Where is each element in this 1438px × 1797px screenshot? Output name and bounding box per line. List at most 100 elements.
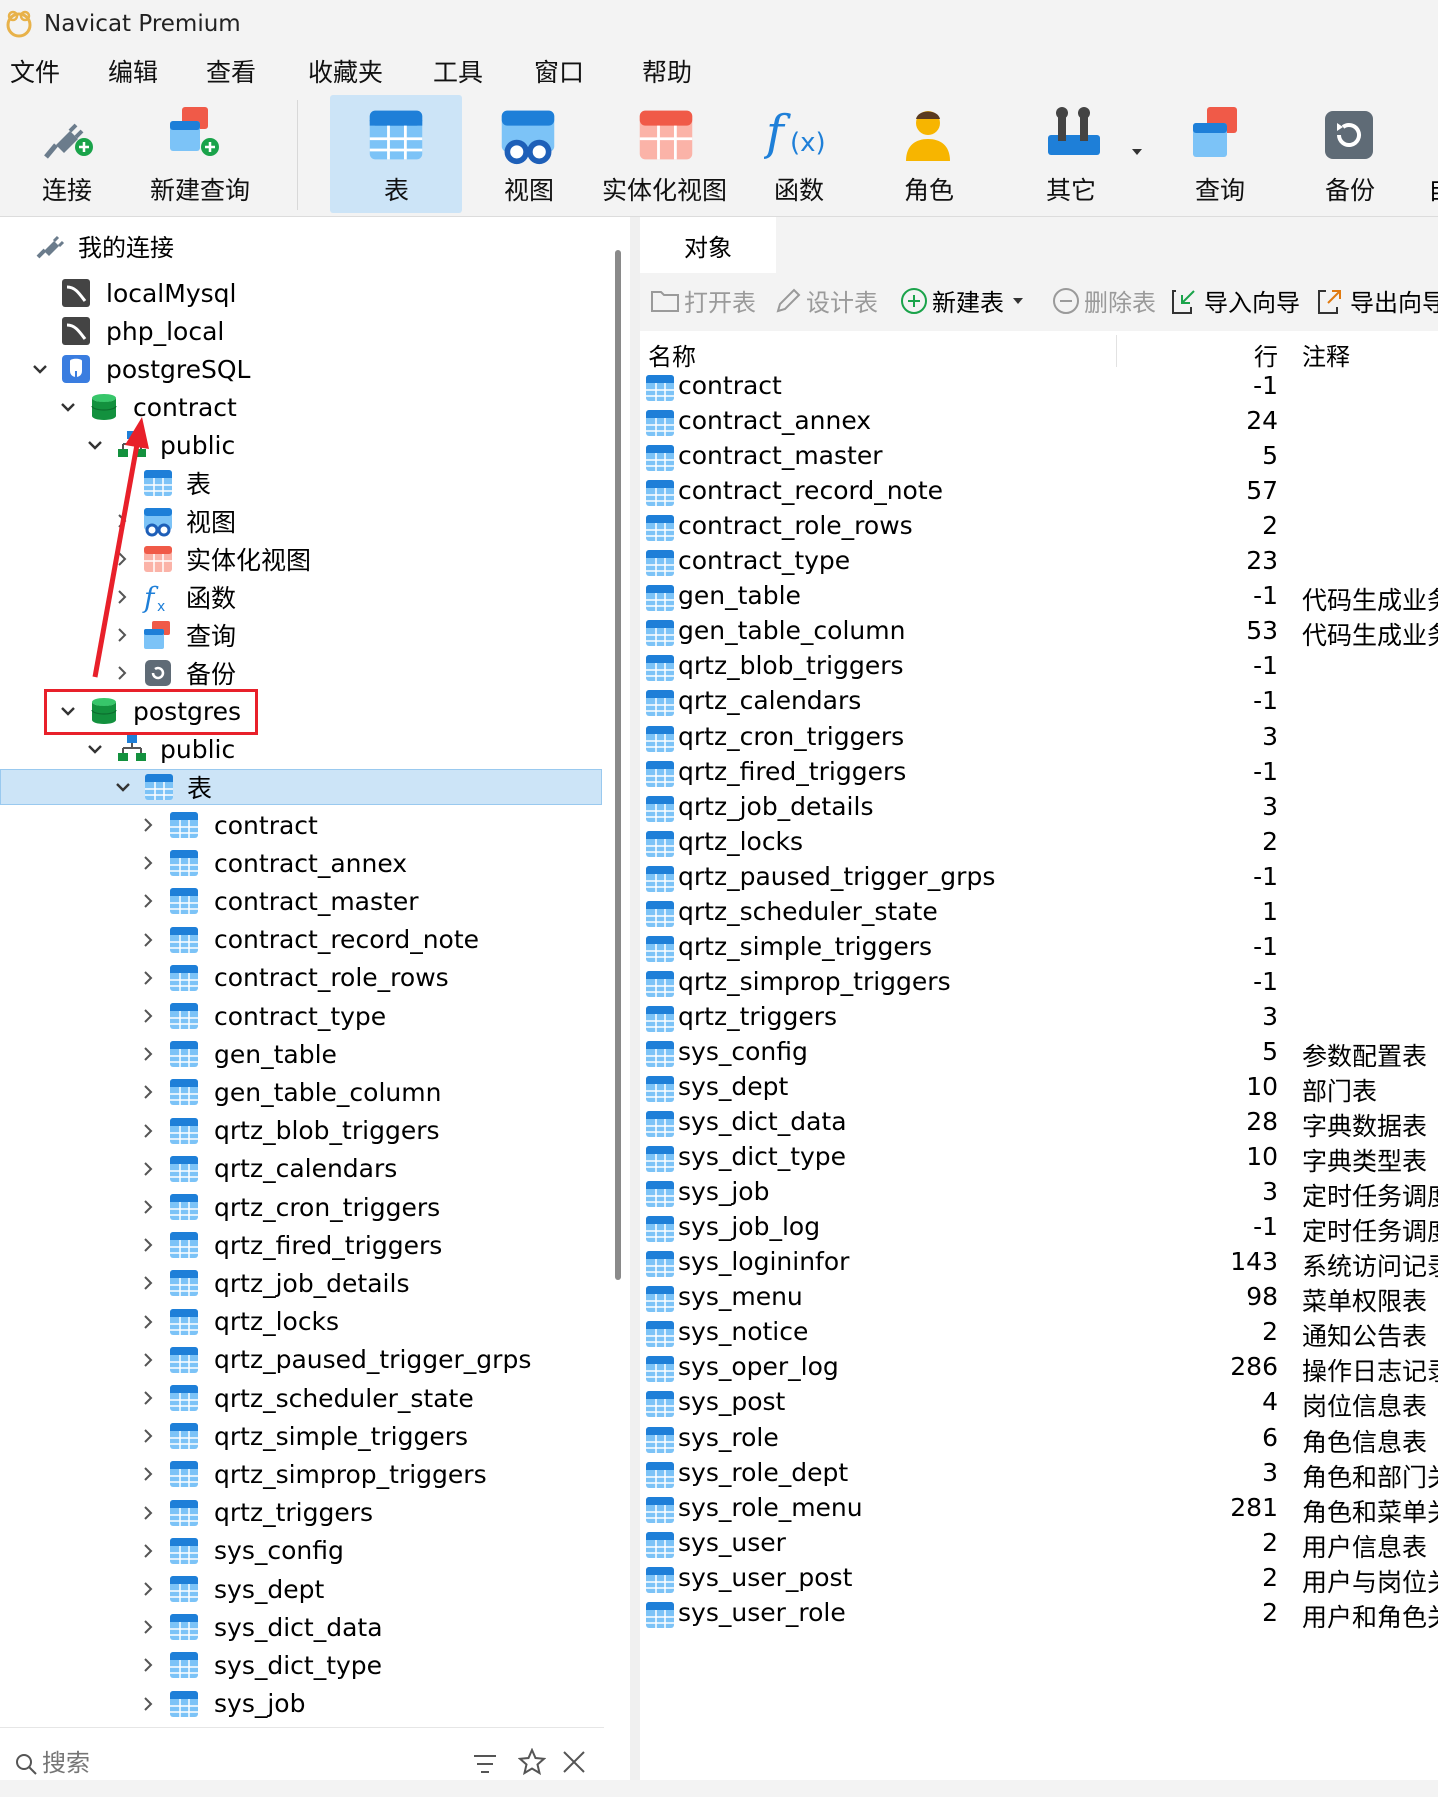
menu-file[interactable]: 文件 [10, 53, 60, 89]
materialized-view-button[interactable]: 实体化视图 [600, 95, 730, 213]
menu-help[interactable]: 帮助 [642, 53, 692, 89]
object-row[interactable]: qrtz_locks 2 [640, 827, 1438, 862]
menu-view[interactable]: 查看 [206, 53, 256, 89]
object-row[interactable]: sys_dept 10 部门表 [640, 1072, 1438, 1107]
object-row[interactable]: qrtz_scheduler_state 1 [640, 897, 1438, 932]
menu-window[interactable]: 窗口 [534, 53, 584, 89]
object-row[interactable]: sys_user_role 2 用户和角色关 [640, 1598, 1438, 1633]
tree-table-item[interactable]: sys_job [0, 1686, 604, 1722]
filter-icon[interactable] [472, 1752, 498, 1776]
tree-table-item[interactable]: qrtz_cron_triggers [0, 1189, 604, 1225]
design-table-button[interactable]: 设计表 [774, 283, 878, 318]
object-row[interactable]: sys_logininfor 143 系统访问记录 [640, 1247, 1438, 1282]
view-button[interactable]: 视图 [488, 95, 568, 213]
tree-table-item[interactable]: sys_dict_type [0, 1647, 604, 1683]
chevron-right-icon[interactable] [138, 1121, 158, 1141]
menu-edit[interactable]: 编辑 [108, 53, 158, 89]
menu-favorites[interactable]: 收藏夹 [308, 53, 383, 89]
chevron-right-icon[interactable] [138, 930, 158, 950]
tree-table-item[interactable]: qrtz_job_details [0, 1265, 604, 1301]
tree-table-item[interactable]: qrtz_simprop_triggers [0, 1456, 604, 1492]
tree-table-item[interactable]: contract_role_rows [0, 960, 604, 996]
tree-table-item[interactable]: qrtz_simple_triggers [0, 1418, 604, 1454]
new-query-button[interactable]: 新建查询 [148, 95, 250, 213]
object-row[interactable]: sys_job_log -1 定时任务调度 [640, 1212, 1438, 1247]
tree-table-item[interactable]: qrtz_triggers [0, 1495, 604, 1531]
object-row[interactable]: sys_user_post 2 用户与岗位关 [640, 1563, 1438, 1598]
chevron-right-icon[interactable] [138, 1426, 158, 1446]
object-row[interactable]: sys_role_dept 3 角色和部门关 [640, 1458, 1438, 1493]
export-wizard-button[interactable]: 导出向导 [1316, 283, 1438, 318]
tree-table-item[interactable]: contract [0, 807, 604, 843]
object-row[interactable]: contract_annex 24 [640, 406, 1438, 441]
backup-button[interactable]: 备份 [1305, 95, 1395, 213]
menu-tools[interactable]: 工具 [433, 53, 483, 89]
tree-table-item[interactable]: contract_annex [0, 845, 604, 881]
tree-table-item[interactable]: contract_type [0, 998, 604, 1034]
tree-scrollbar[interactable] [615, 250, 621, 1280]
tree-table-item[interactable]: qrtz_calendars [0, 1151, 604, 1187]
object-row[interactable]: sys_oper_log 286 操作日志记录 [640, 1352, 1438, 1387]
object-row[interactable]: qrtz_simprop_triggers -1 [640, 967, 1438, 1002]
other-dropdown-icon[interactable] [1130, 145, 1144, 159]
chevron-right-icon[interactable] [138, 1350, 158, 1370]
chevron-right-icon[interactable] [138, 891, 158, 911]
chevron-right-icon[interactable] [138, 1617, 158, 1637]
object-row[interactable]: contract_role_rows 2 [640, 511, 1438, 546]
object-row[interactable]: sys_notice 2 通知公告表 [640, 1317, 1438, 1352]
object-row[interactable]: sys_config 5 参数配置表 [640, 1037, 1438, 1072]
column-header-name[interactable]: 名称 [648, 337, 696, 372]
object-row[interactable]: qrtz_calendars -1 [640, 686, 1438, 721]
object-row[interactable]: qrtz_paused_trigger_grps -1 [640, 862, 1438, 897]
tree-table-item[interactable]: qrtz_locks [0, 1304, 604, 1340]
tree-table-item[interactable]: qrtz_fired_triggers [0, 1227, 604, 1263]
tree-node-tables-2-selected[interactable]: 表 [0, 769, 602, 805]
object-row[interactable]: qrtz_fired_triggers -1 [640, 757, 1438, 792]
object-row[interactable]: qrtz_simple_triggers -1 [640, 932, 1438, 967]
tree-table-item[interactable]: qrtz_blob_triggers [0, 1113, 604, 1149]
chevron-right-icon[interactable] [138, 1159, 158, 1179]
column-header-rows[interactable]: 行 [1254, 337, 1278, 372]
object-row[interactable]: sys_dict_type 10 字典类型表 [640, 1142, 1438, 1177]
pane-splitter[interactable] [630, 217, 640, 1797]
object-row[interactable]: sys_dict_data 28 字典数据表 [640, 1107, 1438, 1142]
new-table-dropdown-icon[interactable] [1010, 295, 1026, 307]
role-button[interactable]: 角色 [888, 95, 970, 213]
object-row[interactable]: qrtz_cron_triggers 3 [640, 722, 1438, 757]
chevron-right-icon[interactable] [138, 1006, 158, 1026]
object-row[interactable]: contract -1 [640, 371, 1438, 406]
chevron-right-icon[interactable] [138, 1197, 158, 1217]
delete-table-button[interactable]: 删除表 [1052, 283, 1156, 318]
open-table-button[interactable]: 打开表 [650, 283, 756, 318]
tree-table-item[interactable]: qrtz_paused_trigger_grps [0, 1342, 604, 1378]
chevron-right-icon[interactable] [138, 1464, 158, 1484]
object-row[interactable]: qrtz_job_details 3 [640, 792, 1438, 827]
object-row[interactable]: gen_table -1 代码生成业务 [640, 581, 1438, 616]
new-table-button[interactable]: 新建表 [900, 283, 1030, 318]
object-row[interactable]: gen_table_column 53 代码生成业务 [640, 616, 1438, 651]
column-header-comment[interactable]: 注释 [1302, 337, 1350, 372]
chevron-right-icon[interactable] [138, 815, 158, 835]
object-row[interactable]: sys_post 4 岗位信息表 [640, 1387, 1438, 1422]
chevron-right-icon[interactable] [138, 1655, 158, 1675]
query-button[interactable]: 查询 [1175, 95, 1265, 213]
star-icon[interactable] [518, 1748, 546, 1776]
table-button[interactable]: 表 [330, 95, 462, 213]
chevron-right-icon[interactable] [138, 1082, 158, 1102]
chevron-right-icon[interactable] [138, 968, 158, 988]
tree-table-item[interactable]: gen_table_column [0, 1074, 604, 1110]
chevron-right-icon[interactable] [138, 1235, 158, 1255]
object-row[interactable]: sys_menu 98 菜单权限表 [640, 1282, 1438, 1317]
object-row[interactable]: contract_type 23 [640, 546, 1438, 581]
chevron-right-icon[interactable] [138, 1388, 158, 1408]
function-button[interactable]: f (x) 函数 [758, 95, 840, 213]
tab-objects[interactable]: 对象 [640, 217, 776, 273]
object-row[interactable]: sys_job 3 定时任务调度 [640, 1177, 1438, 1212]
object-row[interactable]: qrtz_triggers 3 [640, 1002, 1438, 1037]
chevron-right-icon[interactable] [138, 1312, 158, 1332]
import-wizard-button[interactable]: 导入向导 [1170, 283, 1300, 318]
object-row[interactable]: sys_user 2 用户信息表 [640, 1528, 1438, 1563]
tree-table-item[interactable]: qrtz_scheduler_state [0, 1380, 604, 1416]
chevron-right-icon[interactable] [138, 853, 158, 873]
object-row[interactable]: contract_master 5 [640, 441, 1438, 476]
